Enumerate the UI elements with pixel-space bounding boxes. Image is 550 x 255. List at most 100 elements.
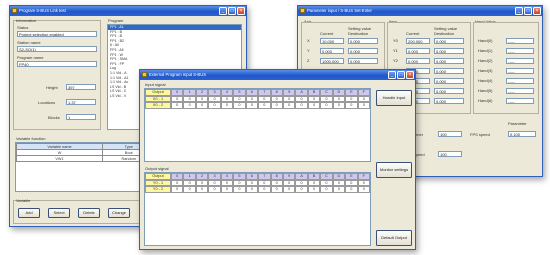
parameter-value-field[interactable]: 0.000 [348, 48, 378, 54]
parameter-row-label: Y2 [393, 58, 398, 63]
signal-bit-cell[interactable]: 0 [220, 186, 234, 193]
parameter-value-field[interactable]: ----- [506, 78, 534, 84]
signal-bit-cell[interactable]: 0 [183, 102, 196, 109]
minimize-icon[interactable]: _ [388, 71, 396, 79]
monitor-settings-button[interactable]: Monitor settings [376, 162, 412, 178]
signal-bit-cell[interactable]: 0 [282, 102, 296, 109]
speed-field[interactable]: 100 [438, 151, 462, 157]
close-icon[interactable]: × [406, 71, 414, 79]
parameter-value-field[interactable]: ----- [506, 68, 534, 74]
parameter-value-field[interactable]: 0.000 [434, 68, 464, 74]
parameter-value-field[interactable]: ----- [506, 88, 534, 94]
signal-bit-cell[interactable]: 0 [270, 186, 283, 193]
parameter-value-field[interactable]: 0.000 [434, 98, 464, 104]
close-icon[interactable]: × [533, 7, 541, 15]
signal-bit-cell[interactable]: 0 [282, 186, 296, 193]
signal-bit-cell[interactable]: 0 [208, 186, 221, 193]
parameter-value-field[interactable]: 0.000 [406, 48, 430, 54]
input-signal-grid: Output 0 1 2 3 4 5 6 7 8 9 A B C D E F X0 - 1000000000000… [145, 89, 370, 109]
parameter-value-field[interactable]: 0.000 [320, 48, 344, 54]
information-label: Information [16, 18, 37, 23]
minimize-icon[interactable]: _ [219, 7, 227, 15]
parameter-value-field[interactable]: 10.000 [320, 38, 344, 44]
station-field[interactable]: S2-SO(1) [17, 46, 97, 52]
parameter-value-field[interactable]: ----- [506, 98, 534, 104]
parameter-row-label: Hand(3) [478, 68, 493, 73]
parameter-row-label: Y [307, 48, 310, 53]
parameter-value-field[interactable]: ----- [506, 58, 534, 64]
parameter-value-field[interactable]: 0.000 [406, 58, 430, 64]
signal-bit-cell[interactable]: 0 [270, 102, 283, 109]
parameter-value-field[interactable]: 0.000 [434, 38, 464, 44]
signal-bit-cell[interactable]: 0 [357, 102, 370, 109]
close-icon[interactable]: × [237, 7, 245, 15]
signal-bit-cell[interactable]: 0 [195, 102, 209, 109]
signal-bit-cell[interactable]: 0 [245, 186, 259, 193]
height-field[interactable]: 397 [66, 84, 96, 90]
signal-bit-cell[interactable]: 0 [171, 186, 184, 193]
parameter-value-field[interactable]: ----- [506, 48, 534, 54]
signal-bit-cell[interactable]: 0 [233, 186, 246, 193]
signal-bit-cell[interactable]: 0 [258, 186, 271, 193]
default-output-button[interactable]: Default Output [376, 230, 412, 246]
handle-input-button[interactable]: Handle Input [376, 90, 412, 106]
parameter-value-field[interactable]: ----- [506, 38, 534, 44]
external-input-window-titlebar[interactable]: External Program Input S-BUS _ □ × [140, 70, 415, 80]
locations-field[interactable]: 1.37 [66, 99, 96, 105]
parameter-value-field[interactable]: 1000.000 [320, 58, 344, 64]
signal-bit-cell[interactable]: 0 [195, 186, 209, 193]
height-label: Height [46, 85, 58, 90]
minimize-icon[interactable]: _ [515, 7, 523, 15]
signal-bit-cell[interactable]: 0 [258, 102, 271, 109]
parameter-value-field[interactable]: 0.000 [434, 48, 464, 54]
app-icon [142, 72, 147, 77]
app-icon [12, 8, 17, 13]
blocks-label: Blocks [48, 115, 60, 120]
parameter-row-label: Hand(5) [478, 88, 493, 93]
program-name-label: Program name [17, 55, 44, 60]
signal-bit-cell[interactable]: 0 [332, 102, 346, 109]
program-window-titlebar[interactable]: Program S-BUS Link test _ □ × [10, 6, 246, 16]
parameter-value-field[interactable]: 200.000 [406, 38, 430, 44]
signal-row-name: Y0 - 2 [145, 186, 171, 193]
signal-bit-cell[interactable]: 0 [332, 186, 346, 193]
parameter-row-label: Hand(4) [478, 78, 493, 83]
delete-button[interactable]: Delete [78, 208, 100, 218]
parameter-value-field[interactable]: 0.000 [434, 58, 464, 64]
select-button[interactable]: Select [48, 208, 70, 218]
input-signal-panel: Output 0 1 2 3 4 5 6 7 8 9 A B C D E F X0 - 1000000000000… [144, 88, 371, 162]
signal-bit-cell[interactable]: 0 [307, 186, 321, 193]
signal-bit-cell[interactable]: 0 [345, 102, 358, 109]
fps-field[interactable]: 0.100 [508, 131, 536, 137]
signal-bit-cell[interactable]: 0 [295, 102, 308, 109]
signal-bit-cell[interactable]: 0 [320, 102, 333, 109]
signal-bit-cell[interactable]: 0 [233, 102, 246, 109]
signal-bit-cell[interactable]: 0 [245, 102, 259, 109]
blocks-field[interactable]: 1 [66, 114, 96, 120]
signal-bit-cell[interactable]: 0 [357, 186, 370, 193]
parameter-value-field[interactable]: 0.000 [348, 58, 378, 64]
signal-bit-cell[interactable]: 0 [220, 102, 234, 109]
signal-bit-cell[interactable]: 0 [295, 186, 308, 193]
signal-bit-cell[interactable]: 0 [320, 186, 333, 193]
add-button[interactable]: Add [18, 208, 40, 218]
signal-bit-cell[interactable]: 0 [345, 186, 358, 193]
signal-bit-cell[interactable]: 0 [208, 102, 221, 109]
signal-bit-cell[interactable]: 0 [171, 102, 184, 109]
parameter-label: Parameter [508, 121, 527, 126]
maximize-icon[interactable]: □ [524, 7, 532, 15]
timer-field[interactable]: 100 [438, 131, 462, 137]
change-button[interactable]: Change [108, 208, 130, 218]
maximize-icon[interactable]: □ [397, 71, 405, 79]
parameter-value-field[interactable]: 0.000 [434, 78, 464, 84]
status-field[interactable]: Project selection enabled [17, 31, 97, 37]
parameter-value-field[interactable]: 0.000 [348, 38, 378, 44]
parameter-value-field[interactable]: 0.000 [434, 88, 464, 94]
program-name-field[interactable]: FP40 [17, 61, 97, 67]
program-window-title: Program S-BUS Link test [19, 8, 66, 13]
program-list-label: Program [108, 18, 124, 23]
maximize-icon[interactable]: □ [228, 7, 236, 15]
parameter-window-titlebar[interactable]: Parameter input / S-BUS Set-Enter _ □ × [298, 6, 542, 16]
signal-bit-cell[interactable]: 0 [183, 186, 196, 193]
signal-bit-cell[interactable]: 0 [307, 102, 321, 109]
